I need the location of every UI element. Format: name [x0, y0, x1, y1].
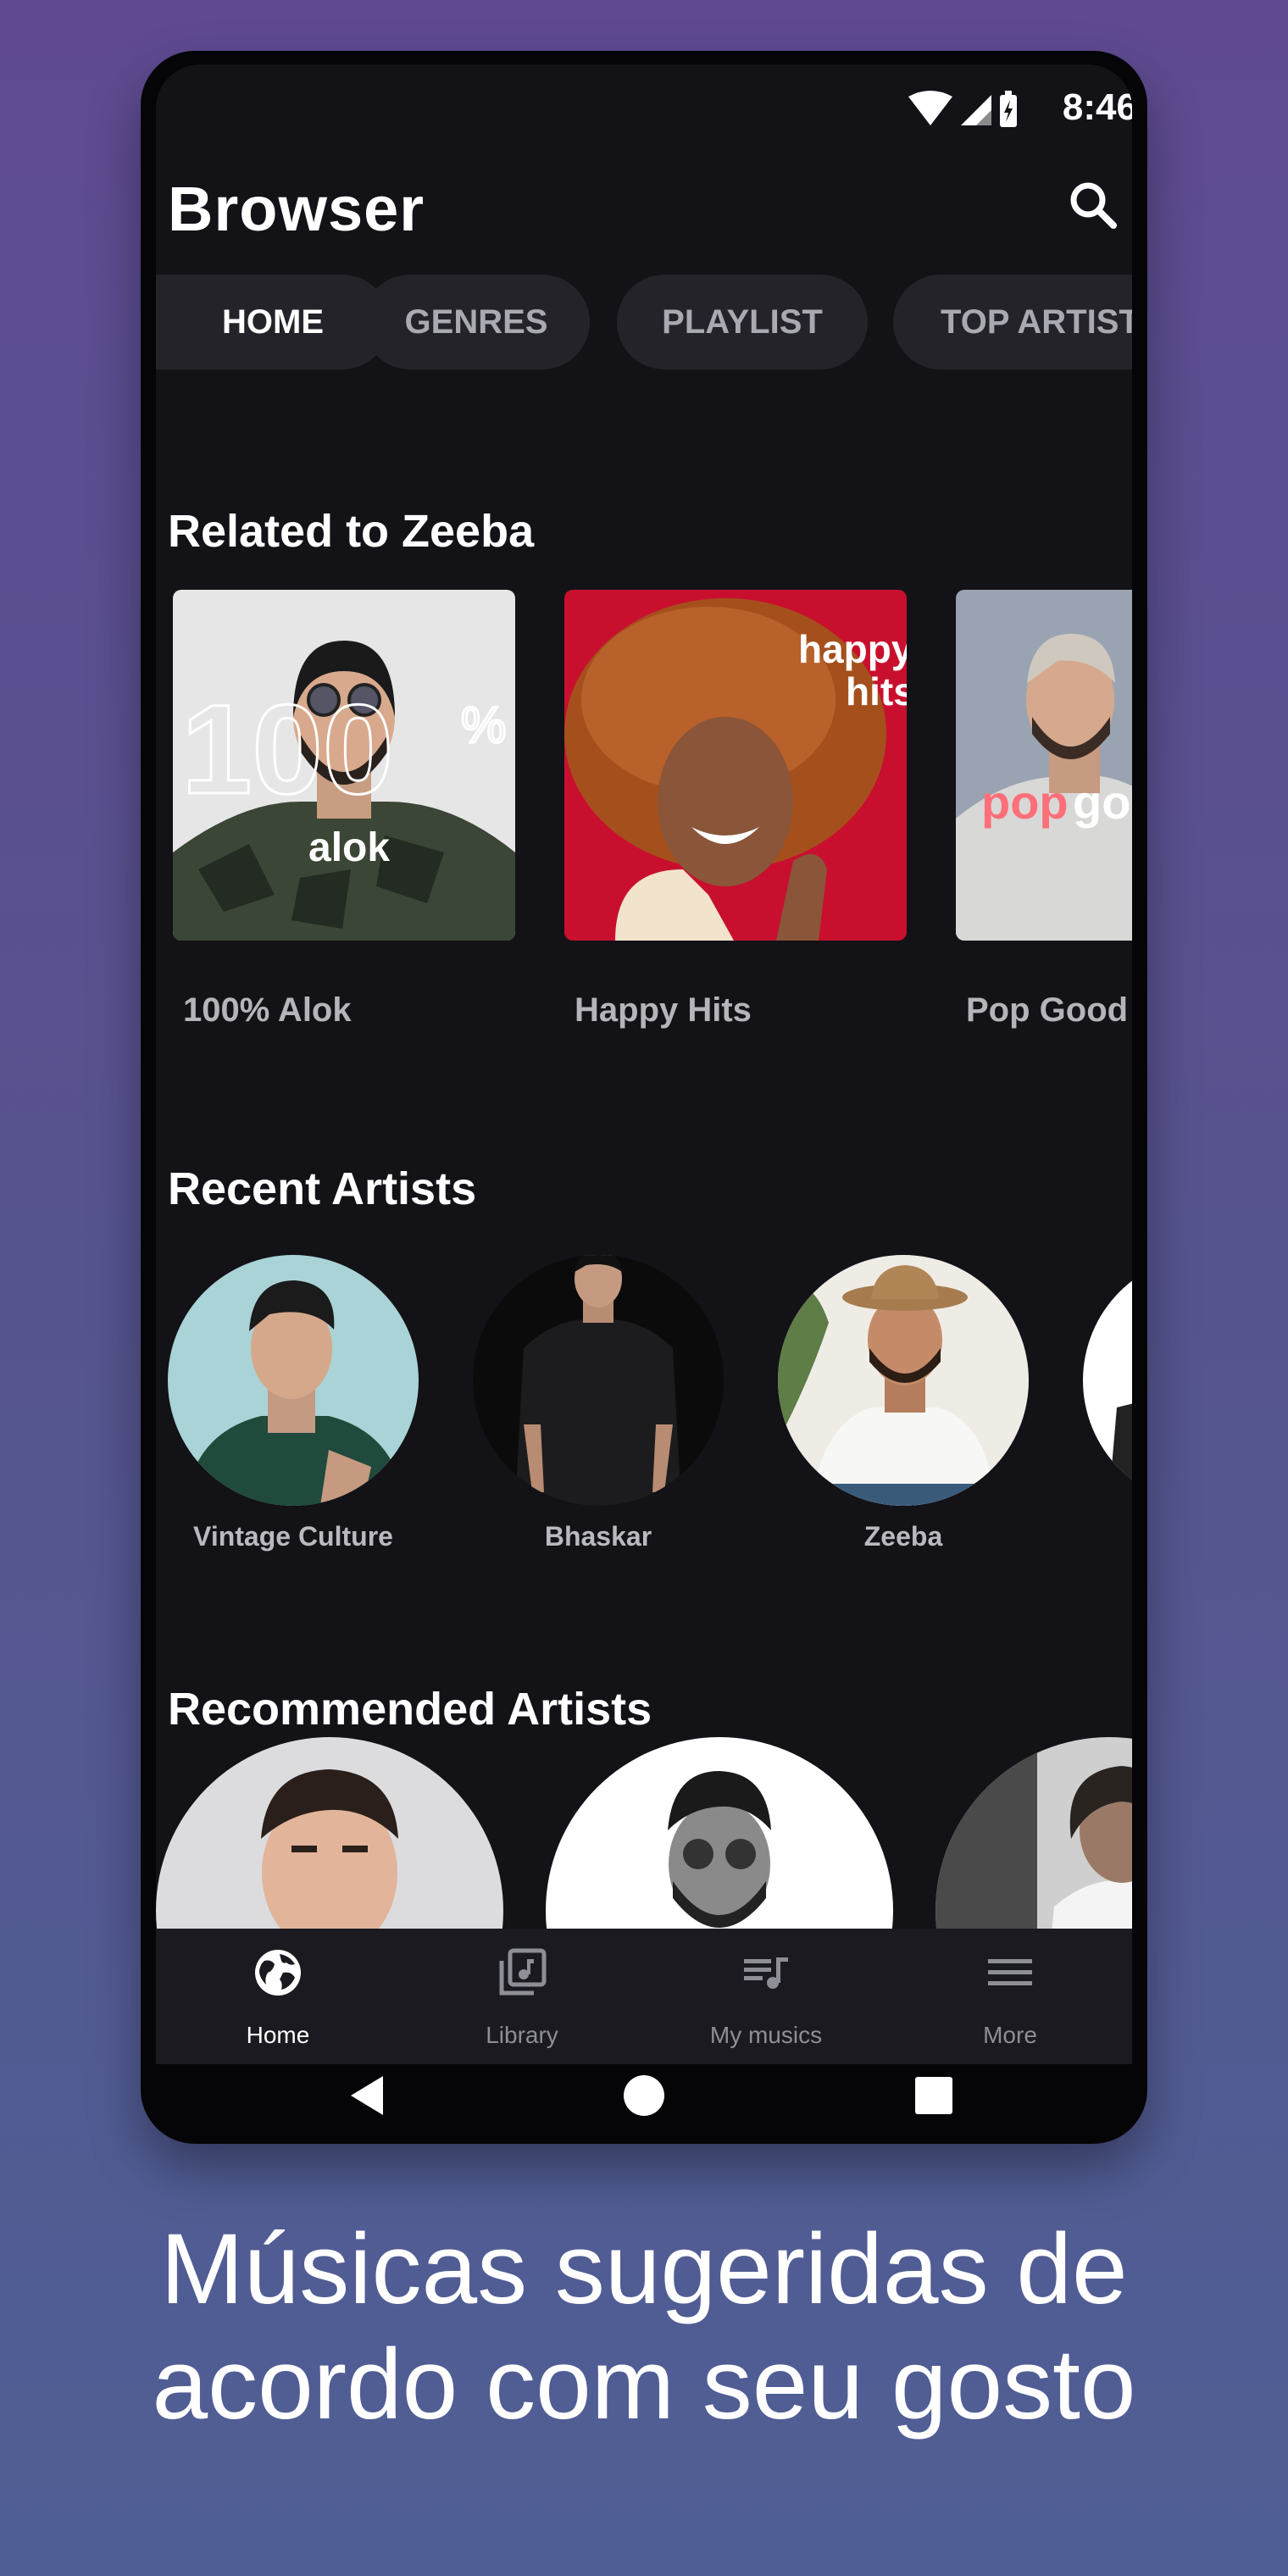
wifi-icon: [908, 91, 952, 125]
artist-card-vintage-culture[interactable]: Vintage Culture: [168, 1255, 419, 1552]
artist-name: Bhaskar: [544, 1521, 652, 1552]
avatar: [1083, 1255, 1132, 1506]
section-title-recommended: Recommended Artists: [168, 1684, 652, 1735]
album-cover: 100 % alok: [173, 590, 515, 941]
tab-label: TOP ARTISTS: [941, 303, 1132, 341]
cover-text-alok: alok: [308, 825, 390, 870]
category-tabs: HOME GENRES PLAYLIST TOP ARTISTS: [156, 275, 1132, 369]
album-card-happy-hits[interactable]: happy hits Happy Hits: [564, 590, 907, 1029]
album-cover-art: happy hits: [564, 590, 907, 941]
caption-line-1: Músicas sugeridas de: [160, 2213, 1128, 2325]
search-icon: [1070, 182, 1117, 229]
status-time: 8:46: [1062, 86, 1132, 128]
artist-name: Vintage Culture: [193, 1521, 393, 1552]
nav-home[interactable]: Home: [156, 1929, 400, 2064]
cover-text-100: 100: [181, 678, 393, 820]
app-screen: 8:46 Browser HOME GENRES PLAYLIST TOP AR…: [156, 64, 1132, 2064]
page-title: Browser: [168, 174, 425, 244]
promo-caption: Músicas sugeridas de acordo com seu gost…: [0, 2212, 1288, 2442]
album-card-100-alok[interactable]: 100 % alok 100% Alok: [173, 590, 515, 1029]
artist-photo: [1083, 1255, 1132, 1506]
album-card-pop-good[interactable]: pop good Pop Good Vibes: [956, 590, 1132, 1029]
home-button[interactable]: [610, 2064, 678, 2127]
library-music-icon: [499, 1948, 547, 1996]
tab-label: PLAYLIST: [662, 303, 823, 341]
tab-label: HOME: [222, 303, 324, 341]
artist-photo: [473, 1255, 724, 1506]
search-button[interactable]: [1059, 171, 1127, 239]
nav-more[interactable]: More: [888, 1929, 1132, 2064]
caption-line-2: acordo com seu gosto: [152, 2329, 1136, 2440]
bottom-navigation: Home Library My musics More: [156, 1929, 1132, 2064]
nav-label: Home: [246, 2022, 310, 2048]
avatar: [168, 1255, 419, 1506]
nav-label: More: [983, 2022, 1037, 2048]
tab-top-artists[interactable]: TOP ARTISTS: [893, 275, 1132, 369]
tab-genres[interactable]: GENRES: [363, 275, 590, 369]
nav-label: My musics: [709, 2022, 823, 2048]
status-icons: [908, 91, 1017, 127]
cover-text-percent: %: [461, 697, 506, 753]
album-title: Pop Good Vibes: [966, 991, 1132, 1029]
cover-text-good: good: [1073, 775, 1132, 829]
artist-name: Zeeba: [863, 1521, 943, 1552]
artist-photo: [168, 1255, 419, 1506]
cover-text-pop: pop: [981, 775, 1069, 829]
cellular-signal-icon: [961, 95, 991, 125]
recents-square-icon: [915, 2077, 952, 2114]
system-navigation-bar: [156, 2064, 1132, 2127]
home-circle-icon: [624, 2075, 664, 2116]
album-cover-art: 100 % alok: [173, 590, 515, 941]
tab-label: GENRES: [404, 303, 548, 341]
artist-card-zeeba[interactable]: Zeeba: [778, 1255, 1029, 1552]
avatar: [473, 1255, 724, 1506]
nav-library[interactable]: Library: [400, 1929, 644, 2064]
album-title: 100% Alok: [183, 991, 352, 1029]
cover-text-hits: hits: [846, 669, 907, 713]
queue-music-icon: [744, 1957, 788, 1989]
artist-card-bhaskar[interactable]: Bhaskar: [473, 1255, 724, 1552]
phone-frame: 8:46 Browser HOME GENRES PLAYLIST TOP AR…: [141, 51, 1147, 2144]
back-triangle-icon: [351, 2076, 383, 2115]
battery-icon: [1000, 91, 1017, 127]
section-title-related: Related to Zeeba: [168, 506, 535, 557]
cover-text-happy: happy: [798, 627, 907, 671]
album-cover: pop good: [956, 590, 1132, 941]
artist-photo: [778, 1255, 1029, 1506]
nav-label: Library: [486, 2022, 558, 2048]
section-title-recent: Recent Artists: [168, 1163, 477, 1214]
menu-icon: [988, 1959, 1032, 1985]
tab-home[interactable]: HOME: [156, 275, 390, 369]
album-title: Happy Hits: [575, 991, 752, 1029]
tab-playlist[interactable]: PLAYLIST: [617, 275, 868, 369]
status-bar: 8:46: [156, 64, 1132, 149]
nav-my-musics[interactable]: My musics: [644, 1929, 888, 2064]
globe-icon: [255, 1950, 301, 1996]
recents-button[interactable]: [900, 2064, 968, 2127]
album-cover: happy hits: [564, 590, 907, 941]
back-button[interactable]: [336, 2064, 403, 2127]
album-cover-art: pop good: [956, 590, 1132, 941]
artist-card-partial[interactable]: [1083, 1255, 1132, 1506]
avatar: [778, 1255, 1029, 1506]
